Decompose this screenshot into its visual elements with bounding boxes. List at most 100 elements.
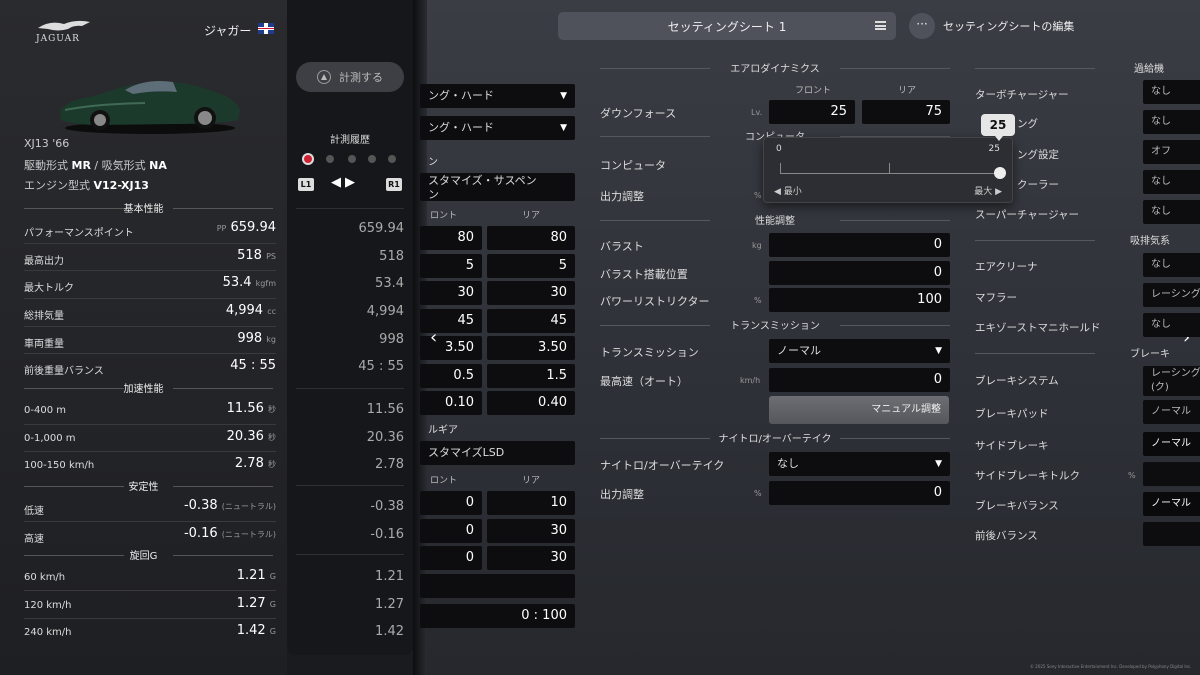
transmission-select[interactable]: ノーマル ▼ bbox=[769, 339, 950, 363]
supercharger-r4-select[interactable]: なし bbox=[1143, 170, 1200, 194]
lsd-front-value[interactable]: 0 bbox=[420, 491, 482, 515]
downforce-rear[interactable]: 75 bbox=[862, 100, 950, 124]
brake-pad-select[interactable]: ノーマル bbox=[1143, 400, 1200, 424]
air-cleaner-select[interactable]: なし bbox=[1143, 253, 1200, 277]
hist-0-1000: 20.36 bbox=[366, 430, 404, 445]
nitro-section: ナイトロ/オーバーテイク bbox=[600, 430, 950, 446]
susp-rear-value[interactable]: 3.50 bbox=[487, 336, 575, 360]
stat-weight: 車両重量 998 kg bbox=[24, 331, 276, 350]
stat-displacement: 総排気量 4,994 cc bbox=[24, 303, 276, 322]
edit-sheet-button[interactable]: ··· bbox=[909, 13, 935, 39]
model-name: XJ13 '66 bbox=[24, 137, 70, 150]
restrictor-label: パワーリストリクター bbox=[600, 295, 710, 308]
susp-front-value[interactable]: 0.5 bbox=[420, 364, 482, 388]
slider-max-label[interactable]: 最大 ▶ bbox=[974, 184, 1002, 197]
lsd-type-select[interactable]: スタマイズLSD bbox=[420, 441, 575, 465]
ballast-field[interactable]: 0 bbox=[769, 233, 950, 257]
slider-tick bbox=[780, 163, 781, 173]
r1-button[interactable]: R1 bbox=[386, 178, 402, 191]
divider bbox=[24, 424, 276, 425]
slider-tick bbox=[889, 163, 890, 173]
side-brake-torque-field[interactable] bbox=[1143, 462, 1200, 486]
manual-adjust-button[interactable]: マニュアル調整 ··· bbox=[769, 396, 949, 424]
susp-rear-value[interactable]: 5 bbox=[487, 254, 575, 278]
restrictor-field[interactable]: 100 bbox=[769, 288, 950, 312]
manifold-select[interactable]: なし bbox=[1143, 313, 1200, 337]
susp-rear-value[interactable]: 0.40 bbox=[487, 391, 575, 415]
susp-front-value[interactable]: 0.10 bbox=[420, 391, 482, 415]
susp-rear-value[interactable]: 80 bbox=[487, 226, 575, 250]
brake-balance-select[interactable]: ノーマル bbox=[1143, 492, 1200, 516]
setting-sheet-selector[interactable]: セッティングシート 1 bbox=[558, 12, 896, 40]
supercharger-r3-select[interactable]: オフ bbox=[1143, 140, 1200, 164]
brake-system-select[interactable]: レーシング(ク) bbox=[1143, 366, 1200, 396]
lsd-front-value[interactable]: 0 bbox=[420, 546, 482, 570]
hist-0-400: 11.56 bbox=[366, 402, 404, 417]
supercharger-section: 過給機 bbox=[975, 60, 1200, 76]
nav-left-icon[interactable]: ‹ bbox=[430, 327, 437, 348]
side-brake-torque-unit: % bbox=[1128, 471, 1136, 480]
edit-sheet-label[interactable]: セッティングシートの編集 bbox=[943, 18, 1074, 34]
downforce-unit: Lv. bbox=[751, 108, 763, 117]
torque-distribution-select[interactable] bbox=[420, 574, 575, 598]
tire-rear-select[interactable]: ング・ハード ▼ bbox=[420, 116, 575, 140]
nitro-output-field[interactable]: 0 bbox=[769, 481, 950, 505]
ballast-unit: kg bbox=[752, 241, 762, 250]
divider bbox=[296, 485, 404, 486]
susp-rear-value[interactable]: 1.5 bbox=[487, 364, 575, 388]
suspension-section: ン bbox=[428, 157, 438, 168]
lsd-rear-value[interactable]: 10 bbox=[487, 491, 575, 515]
tire-front-select[interactable]: ング・ハード ▼ bbox=[420, 84, 575, 108]
slider-knob[interactable] bbox=[994, 167, 1006, 179]
downforce-front[interactable]: 25 bbox=[769, 100, 855, 124]
side-brake-torque-label: サイドブレーキトルク bbox=[975, 470, 1080, 482]
computer-label: コンピュータ bbox=[600, 159, 666, 172]
muffler-label: マフラー bbox=[975, 292, 1017, 304]
susp-front-value[interactable]: 30 bbox=[420, 281, 482, 305]
turbo-select[interactable]: なし bbox=[1143, 80, 1200, 104]
stat-high-speed: 高速 -0.16 (ニュートラル) bbox=[24, 526, 276, 545]
history-slot[interactable] bbox=[368, 155, 376, 163]
lsd-front-value[interactable]: 0 bbox=[420, 519, 482, 543]
restrictor-unit: % bbox=[754, 296, 762, 305]
slider-track[interactable] bbox=[780, 173, 1000, 174]
susp-front-value[interactable]: 5 bbox=[420, 254, 482, 278]
supercharger-r2-select[interactable]: なし bbox=[1143, 110, 1200, 134]
ballast-pos-field[interactable]: 0 bbox=[769, 261, 950, 285]
muffler-select[interactable]: レーシング bbox=[1143, 283, 1200, 307]
divider bbox=[24, 451, 276, 452]
lsd-rear-value[interactable]: 30 bbox=[487, 546, 575, 570]
front-rear-balance-field[interactable] bbox=[1143, 522, 1200, 546]
stat-torque: 最大トルク 53.4 kgfm bbox=[24, 275, 276, 294]
top-speed-field[interactable]: 0 bbox=[769, 368, 950, 392]
divider bbox=[24, 243, 276, 244]
supercharger-select[interactable]: なし bbox=[1143, 200, 1200, 224]
front-rear-balance-label: 前後バランス bbox=[975, 530, 1038, 542]
side-brake-select[interactable]: ノーマル bbox=[1143, 432, 1200, 456]
stat-balance: 前後重量バランス 45 : 55 bbox=[24, 358, 276, 377]
lsd-rear-value[interactable]: 30 bbox=[487, 519, 575, 543]
manifold-label: エキゾーストマニホールド bbox=[975, 322, 1101, 334]
rear-header: リア bbox=[522, 211, 541, 221]
history-slot[interactable] bbox=[348, 155, 356, 163]
history-slot[interactable] bbox=[326, 155, 334, 163]
susp-front-value[interactable]: 80 bbox=[420, 226, 482, 250]
measure-button[interactable]: 計測する bbox=[296, 62, 404, 92]
history-slot[interactable] bbox=[388, 155, 396, 163]
torque-split-value[interactable]: 0 : 100 bbox=[420, 604, 575, 628]
history-title: 計測履歴 bbox=[330, 135, 370, 146]
divider bbox=[24, 353, 276, 354]
stat-g120: 120 km/h 1.27 G bbox=[24, 596, 276, 611]
susp-rear-value[interactable]: 45 bbox=[487, 309, 575, 333]
susp-rear-value[interactable]: 30 bbox=[487, 281, 575, 305]
slider-min-label[interactable]: ◀ 最小 bbox=[774, 184, 802, 197]
stat-100-150: 100-150 km/h 2.78 秒 bbox=[24, 456, 276, 471]
divider bbox=[296, 388, 404, 389]
l1-button[interactable]: L1 bbox=[298, 178, 314, 191]
history-slot-active[interactable] bbox=[304, 155, 312, 163]
dropdown-arrow-icon: ▼ bbox=[560, 123, 567, 133]
nitro-select[interactable]: なし ▼ bbox=[769, 452, 950, 476]
suspension-type-select[interactable]: スタマイズ・サスペンン bbox=[420, 173, 575, 201]
front-header: ロント bbox=[430, 211, 458, 221]
history-nav-arrows[interactable]: ◀▶ bbox=[331, 175, 359, 190]
